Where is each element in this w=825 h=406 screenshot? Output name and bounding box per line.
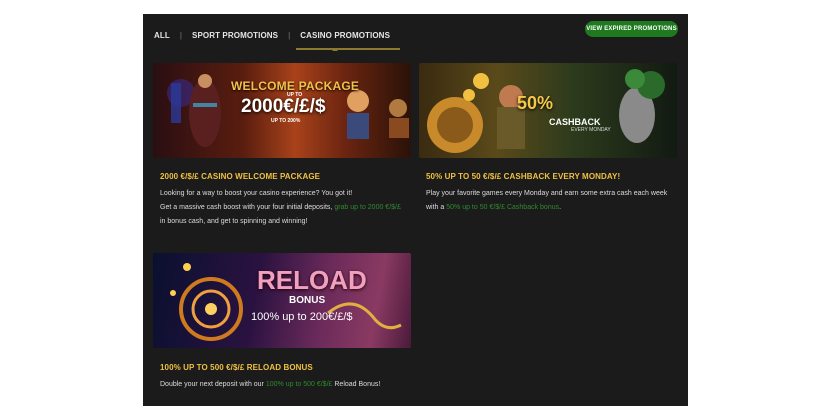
promo-desc-text: Looking for a way to boost your casino e…: [160, 190, 353, 197]
view-expired-promotions-button[interactable]: VIEW EXPIRED PROMOTIONS: [585, 21, 678, 37]
tab-casino-promotions[interactable]: CASINO PROMOTIONS: [296, 30, 400, 51]
promo-desc-text: Play your favorite games every Monday an…: [426, 190, 668, 197]
promo-desc-link[interactable]: 100% up to 500 €/$/£: [266, 381, 333, 388]
promo-description: Looking for a way to boost your casino e…: [160, 187, 408, 229]
reload-bonus-banner[interactable]: RELOAD BONUS 100% up to 200€/£/$: [153, 253, 411, 348]
promo-title: 2000 €/$/£ CASINO WELCOME PACKAGE: [160, 172, 321, 181]
banner-percent: 50%: [517, 93, 554, 113]
promo-desc-text: Double your next deposit with our: [160, 381, 264, 388]
promo-description: Double your next deposit with our 100% u…: [160, 378, 408, 392]
cashback-banner[interactable]: 50% CASHBACK EVERY MONDAY: [419, 63, 677, 158]
banner-percent: UP TO 200%: [271, 118, 301, 124]
promo-desc-text: Reload Bonus!: [334, 381, 381, 388]
active-tab-caret: [332, 47, 339, 51]
promo-title: 100% UP TO 500 €/$/£ RELOAD BONUS: [160, 363, 313, 372]
promo-card-reload: 100% UP TO 500 €/$/£ RELOAD BONUS Double…: [160, 363, 408, 392]
banner-headline: WELCOME PACKAGE: [231, 79, 360, 93]
welcome-package-banner[interactable]: WELCOME PACKAGE UP TO 2000€/£/$ UP TO 20…: [153, 63, 411, 158]
tab-sport-promotions[interactable]: SPORT PROMOTIONS: [192, 31, 288, 40]
promo-title: 50% UP TO 50 €/$/£ CASHBACK EVERY MONDAY…: [426, 172, 621, 181]
tab-divider: |: [179, 30, 183, 40]
promo-desc-text: in bonus cash, and get to spinning and w…: [160, 218, 308, 225]
promo-card-cashback: 50% UP TO 50 €/$/£ CASHBACK EVERY MONDAY…: [426, 172, 676, 215]
banner-amount: 2000€/£/$: [241, 96, 326, 117]
promo-desc-link[interactable]: grab up to 2000 €/$/£: [334, 204, 401, 211]
banner-subtitle: EVERY MONDAY: [571, 127, 611, 133]
banner-headline: CASHBACK: [549, 117, 601, 127]
tab-divider: |: [288, 30, 291, 40]
promotions-page: ALL | SPORT PROMOTIONS | CASINO PROMOTIO…: [143, 14, 688, 406]
promo-desc-link[interactable]: 50% up to 50 €/$/£ Cashback bonus: [446, 204, 559, 211]
promo-desc-text: Get a massive cash boost with your four …: [160, 204, 333, 211]
promo-desc-text: .: [559, 204, 562, 211]
banner-subtitle: BONUS: [289, 295, 326, 306]
promo-tabs: ALL | SPORT PROMOTIONS | CASINO PROMOTIO…: [154, 23, 400, 51]
banner-amount: 100% up to 200€/£/$: [251, 311, 353, 323]
promo-card-welcome: 2000 €/$/£ CASINO WELCOME PACKAGE Lookin…: [160, 172, 408, 229]
banner-headline: RELOAD: [257, 265, 367, 295]
tab-casino-promotions-label: CASINO PROMOTIONS: [300, 30, 391, 40]
promo-desc-text: with a: [426, 204, 445, 211]
promo-description: Play your favorite games every Monday an…: [426, 187, 676, 215]
tab-all[interactable]: ALL: [154, 31, 180, 40]
